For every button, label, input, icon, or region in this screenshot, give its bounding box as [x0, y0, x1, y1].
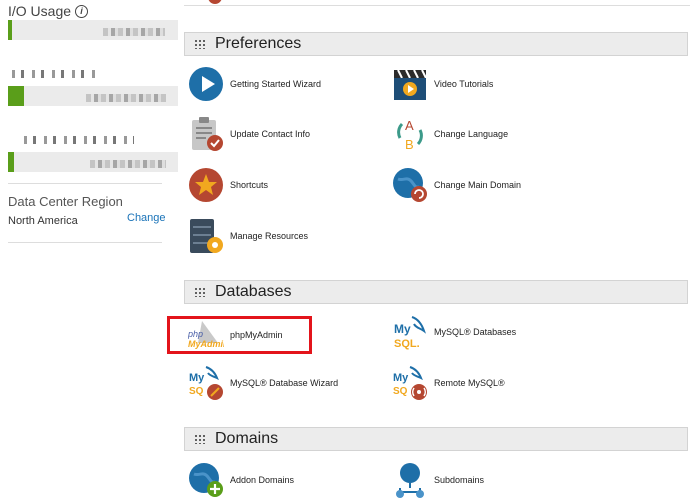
redacted-value — [103, 28, 165, 36]
svg-text:My: My — [393, 372, 409, 384]
usage-bar — [8, 86, 178, 106]
svg-text:A: A — [405, 118, 414, 133]
mysql-logo-icon: My SQL. — [392, 314, 428, 350]
io-usage-heading: I/O Usage i — [8, 3, 89, 19]
clapperboard-icon — [392, 66, 428, 102]
change-language-item[interactable]: A B Change Language — [392, 116, 508, 152]
previous-section-edge — [184, 0, 690, 6]
svg-text:B: B — [405, 137, 414, 152]
databases-header[interactable]: Databases — [184, 280, 688, 304]
svg-text:My: My — [394, 322, 411, 336]
svg-text:SQ: SQ — [189, 386, 204, 397]
manage-resources-item[interactable]: Manage Resources — [188, 218, 308, 254]
usage-bar-fill — [8, 86, 24, 106]
item-label: Getting Started Wizard — [230, 79, 322, 89]
info-icon[interactable]: i — [75, 4, 89, 18]
data-center-value: North America — [8, 215, 78, 227]
item-label: Update Contact Info — [230, 129, 311, 139]
mysql-wizard-icon: My SQ — [188, 365, 224, 401]
subdomains-item[interactable]: Subdomains — [392, 462, 484, 498]
item-label: Subdomains — [434, 475, 485, 485]
globe-refresh-icon — [392, 167, 428, 203]
globe-add-icon — [188, 462, 224, 498]
svg-text:SQL.: SQL. — [394, 338, 420, 350]
usage-bar — [8, 152, 178, 172]
item-label: MySQL® Databases — [434, 327, 517, 337]
video-tutorials-item[interactable]: Video Tutorials — [392, 66, 493, 102]
io-usage-title: I/O Usage — [8, 3, 72, 19]
sidebar-divider — [8, 242, 162, 243]
phpmyadmin-highlight-box — [167, 316, 312, 354]
mysql-remote-icon: My SQ — [392, 365, 428, 401]
item-label: Remote MySQL® — [434, 378, 505, 388]
usage-bar-fill — [8, 152, 14, 172]
update-contact-info-item[interactable]: Update Contact Info — [188, 116, 310, 152]
item-label: Change Main Domain — [434, 180, 522, 190]
sidebar-divider — [8, 183, 162, 184]
item-label: Video Tutorials — [434, 79, 494, 89]
remote-mysql-item[interactable]: My SQ Remote MySQL® — [392, 365, 505, 401]
item-label: Shortcuts — [230, 180, 269, 190]
redacted-value — [90, 160, 166, 168]
preferences-header[interactable]: Preferences — [184, 32, 688, 56]
sidebar: I/O Usage i Data Center Region North Ame… — [0, 0, 178, 500]
section-title: Preferences — [215, 35, 302, 52]
subdomain-icon — [392, 462, 428, 498]
redacted-value — [86, 94, 166, 102]
svg-text:SQ: SQ — [393, 386, 408, 397]
usage-bar — [8, 20, 178, 40]
usage-bar-fill — [8, 20, 12, 40]
shortcuts-item[interactable]: Shortcuts — [188, 167, 268, 203]
getting-started-wizard-item[interactable]: Getting Started Wizard — [188, 66, 321, 102]
mysql-databases-item[interactable]: My SQL. MySQL® Databases — [392, 314, 516, 350]
item-label: Manage Resources — [230, 231, 309, 241]
item-label: MySQL® Database Wizard — [230, 378, 339, 388]
section-title: Databases — [215, 283, 292, 300]
change-main-domain-item[interactable]: Change Main Domain — [392, 167, 521, 203]
addon-domains-item[interactable]: Addon Domains — [188, 462, 294, 498]
server-gear-icon — [188, 218, 224, 254]
drag-handle-icon[interactable] — [194, 287, 206, 297]
section-title: Domains — [215, 430, 279, 447]
language-icon: A B — [392, 116, 428, 152]
item-label: Change Language — [434, 129, 509, 139]
clipboard-icon — [188, 116, 224, 152]
data-center-title: Data Center Region — [8, 194, 123, 209]
item-label: Addon Domains — [230, 475, 295, 485]
mysql-database-wizard-item[interactable]: My SQ MySQL® Database Wizard — [188, 365, 338, 401]
drag-handle-icon[interactable] — [194, 434, 206, 444]
redacted-label — [24, 136, 134, 144]
drag-handle-icon[interactable] — [194, 39, 206, 49]
star-icon — [188, 167, 224, 203]
play-icon — [188, 66, 224, 102]
svg-text:My: My — [189, 372, 205, 384]
domains-header[interactable]: Domains — [184, 427, 688, 451]
data-center-change-link[interactable]: Change — [127, 212, 166, 224]
redacted-label — [12, 70, 96, 78]
